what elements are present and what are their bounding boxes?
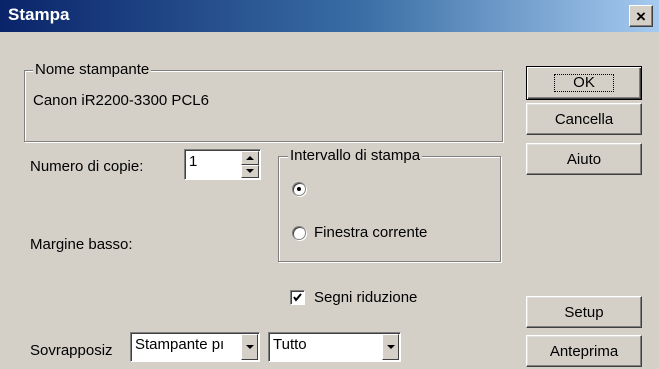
chevron-down-icon — [386, 345, 395, 349]
copies-spin-buttons[interactable] — [241, 151, 259, 178]
overlay-range-select-value: Tutto — [273, 336, 307, 353]
crop-marks-label: Segni riduzione — [314, 289, 418, 306]
chevron-down-icon — [246, 169, 254, 174]
copies-label: Numero di copie: — [30, 158, 144, 175]
help-button-label: Aiuto — [566, 150, 602, 168]
bottom-margin-label: Margine basso: — [30, 236, 133, 253]
copies-value: 1 — [189, 153, 198, 170]
copies-up-button[interactable] — [241, 151, 259, 165]
cancel-button[interactable]: Cancella — [526, 103, 642, 135]
help-button[interactable]: Aiuto — [526, 143, 642, 175]
crop-marks-checkbox-row[interactable]: Segni riduzione — [290, 289, 417, 306]
print-range-option-current-window[interactable]: Finestra corrente — [292, 224, 427, 241]
copies-spinner[interactable]: 1 — [184, 149, 261, 180]
print-range-option-1[interactable] — [292, 182, 314, 196]
radio-button-selected[interactable] — [292, 182, 306, 196]
printer-name-value: Canon iR2200-3300 PCL6 — [33, 92, 209, 109]
print-range-option-2-label: Finestra corrente — [314, 224, 428, 241]
ok-button[interactable]: OK — [526, 66, 642, 100]
cancel-button-label: Cancella — [554, 110, 614, 128]
checkmark-icon — [293, 293, 302, 302]
chevron-down-icon — [245, 345, 254, 349]
ok-button-label: OK — [554, 74, 614, 92]
chevron-up-icon — [246, 155, 254, 160]
copies-down-button[interactable] — [241, 164, 259, 178]
overlay-printer-select[interactable]: Stampante pı — [130, 332, 260, 362]
crop-marks-checkbox[interactable] — [290, 290, 305, 305]
window-title: Stampa — [8, 5, 70, 24]
overlay-printer-select-value: Stampante pı — [135, 336, 225, 353]
setup-button-label: Setup — [564, 303, 604, 321]
radio-button[interactable] — [292, 225, 306, 240]
title-bar: Stampa × — [0, 0, 659, 32]
print-range-group — [278, 156, 501, 262]
setup-button[interactable]: Setup — [526, 296, 642, 328]
overlay-label: Sovrapposiz — [30, 342, 113, 359]
preview-button-label: Anteprima — [549, 342, 619, 360]
close-button[interactable]: × — [629, 5, 653, 27]
close-icon: × — [636, 6, 646, 26]
radio-dot-icon — [297, 187, 301, 191]
printer-name-group-label: Nome stampante — [33, 61, 152, 78]
print-range-group-label: Intervallo di stampa — [288, 147, 423, 164]
overlay-range-dropdown-button[interactable] — [382, 334, 399, 360]
preview-button[interactable]: Anteprima — [526, 335, 642, 367]
overlay-range-select[interactable]: Tutto — [268, 332, 401, 362]
overlay-printer-dropdown-button[interactable] — [241, 334, 258, 360]
